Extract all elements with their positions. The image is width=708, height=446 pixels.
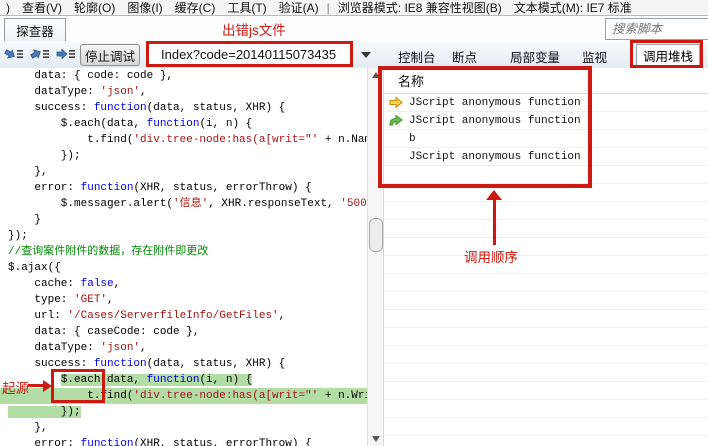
code-line: $.messager.alert('信息', XHR.responseText,… (8, 198, 367, 210)
empty-row (384, 292, 708, 310)
code-line: dataType: 'json', (8, 86, 147, 98)
menu-separator: | (326, 0, 330, 15)
menu-bar: ) 查看(V) 轮廓(O) 图像(I) 缓存(C) 工具(T) 验证(A) | 浏览器模式: I… (0, 0, 708, 16)
empty-row (384, 436, 708, 446)
call-stack-rows: JScript anonymous function JScript anonym… (384, 94, 708, 446)
yellow-arrow-icon (389, 96, 409, 109)
menu-item-6[interactable]: 验证(A) (273, 0, 325, 15)
empty-row (384, 310, 708, 328)
call-stack-row-label: b (409, 132, 416, 145)
code-line: }); (8, 150, 81, 162)
menu-item-5[interactable]: 工具(T) (221, 0, 272, 15)
tab-2[interactable]: 局部变量 (510, 47, 560, 66)
code-line: type: 'GET', (8, 294, 114, 306)
code-line: cache: false, (8, 278, 121, 290)
search-script-input[interactable] (605, 18, 708, 40)
empty-row (384, 184, 708, 202)
code-line: success: function(data, status, XHR) { (8, 102, 286, 114)
empty-row (384, 346, 708, 364)
empty-row (384, 328, 708, 346)
empty-row (384, 400, 708, 418)
scroll-down-icon[interactable] (372, 436, 380, 442)
code-scrollbar[interactable] (367, 68, 383, 446)
code-line: //查询案件附件的数据，存在附件即更改 (8, 246, 209, 258)
menu-item-1[interactable]: 查看(V) (16, 0, 68, 15)
empty-row (384, 364, 708, 382)
script-selector-dropdown[interactable]: Index?code=20140115073435 (146, 41, 353, 67)
step-into-icon[interactable] (4, 46, 24, 62)
code-line: $.each(data, function(i, n) { (8, 118, 253, 130)
menu-mode-item-0[interactable]: 浏览器模式: IE8 兼容性视图(B) (332, 0, 508, 15)
script-selector-value: Index?code=20140115073435 (161, 46, 337, 62)
green-arrow-icon (389, 114, 409, 127)
menu-item-0[interactable]: ) (0, 1, 16, 15)
call-stack-panel: 名称 JScript anonymous function JScript ano… (383, 68, 708, 446)
tab-profiler[interactable]: 探查器 (4, 18, 66, 43)
scroll-up-icon[interactable] (372, 72, 380, 78)
step-out-icon[interactable] (56, 46, 76, 62)
empty-row (384, 166, 708, 184)
code-line: $.each(data, function(i, n) { (60, 374, 253, 386)
ie-developer-tools-window: ) 查看(V) 轮廓(O) 图像(I) 缓存(C) 工具(T) 验证(A) | 浏览器模式: I… (0, 0, 708, 446)
empty-row (384, 274, 708, 292)
empty-row (384, 238, 708, 256)
code-line: dataType: 'json', (8, 342, 147, 354)
menu-item-4[interactable]: 缓存(C) (169, 0, 222, 15)
debugger-toolbar: 停止调试 Index?code=20140115073435 控制台 断点 局部变量… (0, 41, 708, 69)
code-line: }, (8, 422, 48, 434)
script-source-pane[interactable]: data: { code: code }, dataType: 'json', … (0, 68, 367, 446)
dropdown-arrow-icon[interactable] (361, 52, 371, 58)
call-stack-header: 名称 (384, 68, 708, 94)
call-stack-row-label: JScript anonymous function (409, 114, 581, 127)
scrollbar-thumb[interactable] (369, 218, 383, 252)
empty-row (384, 202, 708, 220)
call-stack-row[interactable]: JScript anonymous function (384, 112, 708, 130)
code-line: t.find('div.tree-node:has(a[writ="' + n.… (0, 388, 367, 404)
code-line: } (8, 214, 42, 226)
menu-item-3[interactable]: 图像(I) (121, 0, 168, 15)
code-line: error: function(XHR, status, errorThrow)… (8, 438, 312, 446)
call-stack-row[interactable]: JScript anonymous function (384, 94, 708, 112)
code-line: success: function(data, status, XHR) { (8, 358, 286, 370)
code-line: }); (8, 406, 81, 418)
tab-1[interactable]: 断点 (452, 47, 477, 66)
stop-debugging-button[interactable]: 停止调试 (80, 44, 140, 66)
call-stack-row-label: JScript anonymous function (409, 96, 581, 109)
code-line: url: '/Cases/ServerfileInfo/GetFiles', (8, 310, 286, 322)
empty-row (384, 382, 708, 400)
code-line: data: { caseCode: code }, (8, 326, 200, 338)
step-over-icon[interactable] (30, 46, 50, 62)
call-stack-row[interactable]: JScript anonymous function (384, 148, 708, 166)
code-line: error: function(XHR, status, errorThrow)… (8, 182, 312, 194)
code-line: }); (8, 230, 28, 242)
menu-mode-item-1[interactable]: 文本模式(M): IE7 标准 (508, 0, 638, 15)
empty-row (384, 418, 708, 436)
tab-0[interactable]: 控制台 (398, 47, 436, 66)
tab-band: 探查器 (0, 16, 708, 43)
empty-row (384, 256, 708, 274)
empty-row (384, 220, 708, 238)
code-line: data: { code: code }, (8, 70, 174, 82)
tab-3[interactable]: 监视 (582, 47, 607, 66)
menu-item-2[interactable]: 轮廓(O) (68, 0, 121, 15)
call-stack-row-label: JScript anonymous function (409, 150, 581, 163)
tab-call-stack[interactable]: 调用堆栈 (636, 44, 700, 67)
code-line: $.ajax({ (8, 262, 61, 274)
call-stack-row[interactable]: b (384, 130, 708, 148)
code-line: }, (8, 166, 48, 178)
code-line: t.find('div.tree-node:has(a[writ="' + n.… (8, 134, 367, 146)
